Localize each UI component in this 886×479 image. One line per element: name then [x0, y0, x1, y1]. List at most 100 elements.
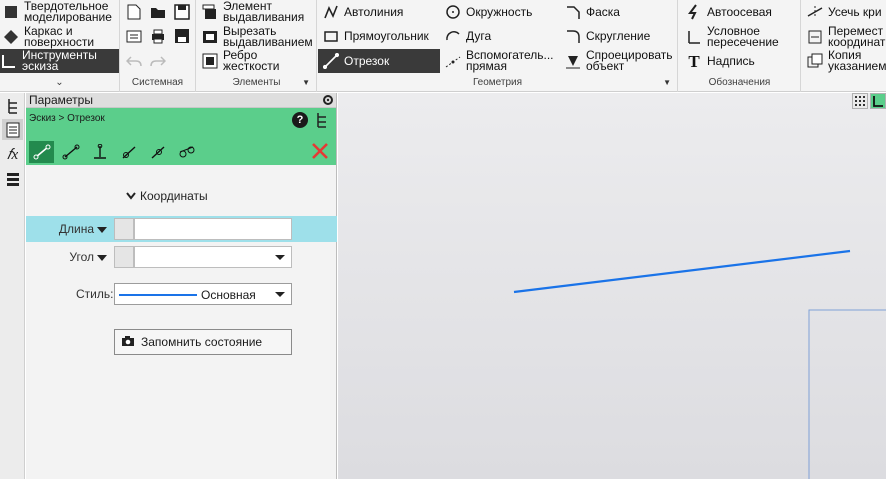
angle-input[interactable]	[134, 246, 292, 268]
copy-icon	[806, 52, 824, 70]
solid-modeling-button[interactable]: Твердотельное моделирование	[2, 0, 118, 23]
cut-extrude-button[interactable]: Вырезать выдавливанием	[201, 25, 313, 48]
model-tree-icon[interactable]	[2, 95, 23, 116]
new-document-icon[interactable]	[124, 2, 144, 22]
command-header: Эскиз > Отрезок ?	[26, 108, 336, 165]
cut-extrude-icon	[201, 28, 219, 46]
fillet-icon	[564, 27, 582, 45]
line-style-value: Основная	[201, 288, 256, 302]
sketch-mode-icon[interactable]	[870, 93, 886, 109]
caret-down-icon	[97, 222, 107, 236]
tree-view-icon[interactable]	[316, 112, 328, 131]
project-object-icon	[564, 52, 582, 70]
wireframe-surfaces-button[interactable]: Каркас и поверхности	[2, 25, 118, 48]
segment-button[interactable]: Отрезок	[318, 49, 440, 73]
angle-lock-toggle[interactable]	[114, 246, 134, 268]
mode-expand-chevron[interactable]: ⌄	[0, 76, 119, 90]
fillet-button[interactable]: Скругление	[564, 27, 650, 45]
ribbon-mode-group: Твердотельное моделирование Каркас и повер…	[0, 0, 120, 92]
length-input[interactable]	[134, 218, 292, 240]
variables-fx-icon[interactable]: 𝑓x	[2, 144, 23, 165]
extrude-button[interactable]: Элемент выдавливания	[201, 0, 304, 23]
line-style-preview	[119, 294, 197, 296]
dropdown-arrow-icon	[275, 255, 285, 260]
close-icon[interactable]	[310, 141, 330, 161]
conditional-intersection-button[interactable]: Условное пересечение	[685, 25, 779, 48]
canvas-toolbar	[852, 93, 886, 109]
save-icon[interactable]	[172, 2, 192, 22]
ribbon-geometry-group: Автолиния Прямоугольник Отрезок Окружнос…	[318, 0, 678, 92]
properties-icon[interactable]	[124, 26, 144, 46]
remember-state-button[interactable]: Запомнить состояние	[114, 329, 292, 355]
trim-curve-button[interactable]: Усечь кри	[806, 3, 882, 21]
arc-button[interactable]: Дуга	[444, 27, 491, 45]
drawn-segment[interactable]	[513, 249, 851, 294]
grid-icon[interactable]	[852, 93, 868, 109]
breadcrumb: Эскиз > Отрезок	[29, 113, 105, 124]
circle-button[interactable]: Окружность	[444, 3, 532, 21]
length-row: Длина	[26, 216, 337, 242]
two-curves-tangent-icon[interactable]	[174, 141, 199, 163]
perpendicular-segment-icon[interactable]	[87, 141, 112, 163]
segment-icon	[322, 52, 340, 70]
trim-curve-icon	[806, 3, 824, 21]
tangent-point-segment-icon[interactable]	[145, 141, 170, 163]
style-label: Стиль:	[76, 287, 114, 301]
angle-label[interactable]: Угол	[69, 250, 107, 264]
panel-title-bar: Параметры	[26, 93, 336, 108]
ribbon-system-group: Системная	[120, 0, 196, 92]
canvas-drawing	[513, 249, 886, 479]
rib-button[interactable]: Ребро жесткости	[201, 49, 279, 72]
panel-title: Параметры	[29, 93, 93, 107]
dropdown-arrow-icon	[275, 292, 285, 297]
autoline-icon	[322, 3, 340, 21]
tangent-segment-icon[interactable]	[116, 141, 141, 163]
coordinates-section-header[interactable]: Координаты	[126, 189, 208, 203]
arc-icon	[444, 27, 462, 45]
sketch-boundary	[808, 309, 886, 479]
copy-by-pointing-button[interactable]: Копия указанием	[806, 49, 886, 72]
sketch-tools-button[interactable]: Инструменты эскиза	[0, 49, 119, 73]
aux-line-button[interactable]: Вспомогатель... прямая	[444, 49, 554, 72]
length-lock-toggle[interactable]	[114, 218, 134, 240]
help-icon[interactable]: ?	[292, 112, 308, 128]
ribbon-edit-group: Усечь кри Перемест координат Копия указани…	[802, 0, 886, 92]
label-text-button[interactable]: T Надпись	[685, 51, 754, 71]
text-icon: T	[688, 51, 700, 71]
conditional-intersection-icon	[685, 28, 703, 46]
segment-mode-switcher	[29, 141, 199, 163]
redo-icon[interactable]	[148, 51, 168, 71]
system-group-label: Системная	[131, 77, 184, 88]
sketch-tools-icon	[0, 52, 18, 70]
geometry-expand-icon[interactable]: ▼	[663, 76, 671, 90]
circle-icon	[444, 3, 462, 21]
left-side-toolbar: 𝑓x	[0, 93, 25, 479]
elements-expand-icon[interactable]: ▼	[302, 76, 310, 90]
chamfer-button[interactable]: Фаска	[564, 3, 620, 21]
elements-group-label: Элементы ▼	[232, 76, 311, 90]
angle-row: Угол	[26, 244, 337, 270]
line-style-select[interactable]: Основная	[114, 283, 292, 305]
ribbon-designations-group: Автоосевая Условное пересечение T Надпись…	[679, 0, 801, 92]
autoline-button[interactable]: Автолиния	[322, 3, 403, 21]
move-coordinates-button[interactable]: Перемест координат	[806, 25, 885, 48]
print-icon[interactable]	[148, 26, 168, 46]
length-label[interactable]: Длина	[59, 222, 107, 236]
undo-icon[interactable]	[124, 51, 144, 71]
save-all-icon[interactable]	[172, 26, 192, 46]
rib-icon	[201, 52, 219, 70]
drawing-canvas[interactable]	[338, 93, 886, 479]
rectangle-button[interactable]: Прямоугольник	[322, 27, 429, 45]
rectangle-icon	[322, 27, 340, 45]
designations-group-label: Обозначения	[708, 77, 771, 88]
parameters-panel-icon[interactable]	[2, 119, 23, 140]
chevron-down-icon	[126, 189, 136, 203]
chamfer-icon	[564, 3, 582, 21]
project-object-button[interactable]: Спроецировать объект	[564, 49, 673, 72]
open-folder-icon[interactable]	[148, 2, 168, 22]
layers-icon[interactable]	[2, 168, 23, 189]
auto-axis-button[interactable]: Автоосевая	[685, 3, 772, 21]
two-point-segment-icon[interactable]	[29, 141, 54, 163]
ribbon: Твердотельное моделирование Каркас и повер…	[0, 0, 886, 92]
parallel-segment-icon[interactable]	[58, 141, 83, 163]
